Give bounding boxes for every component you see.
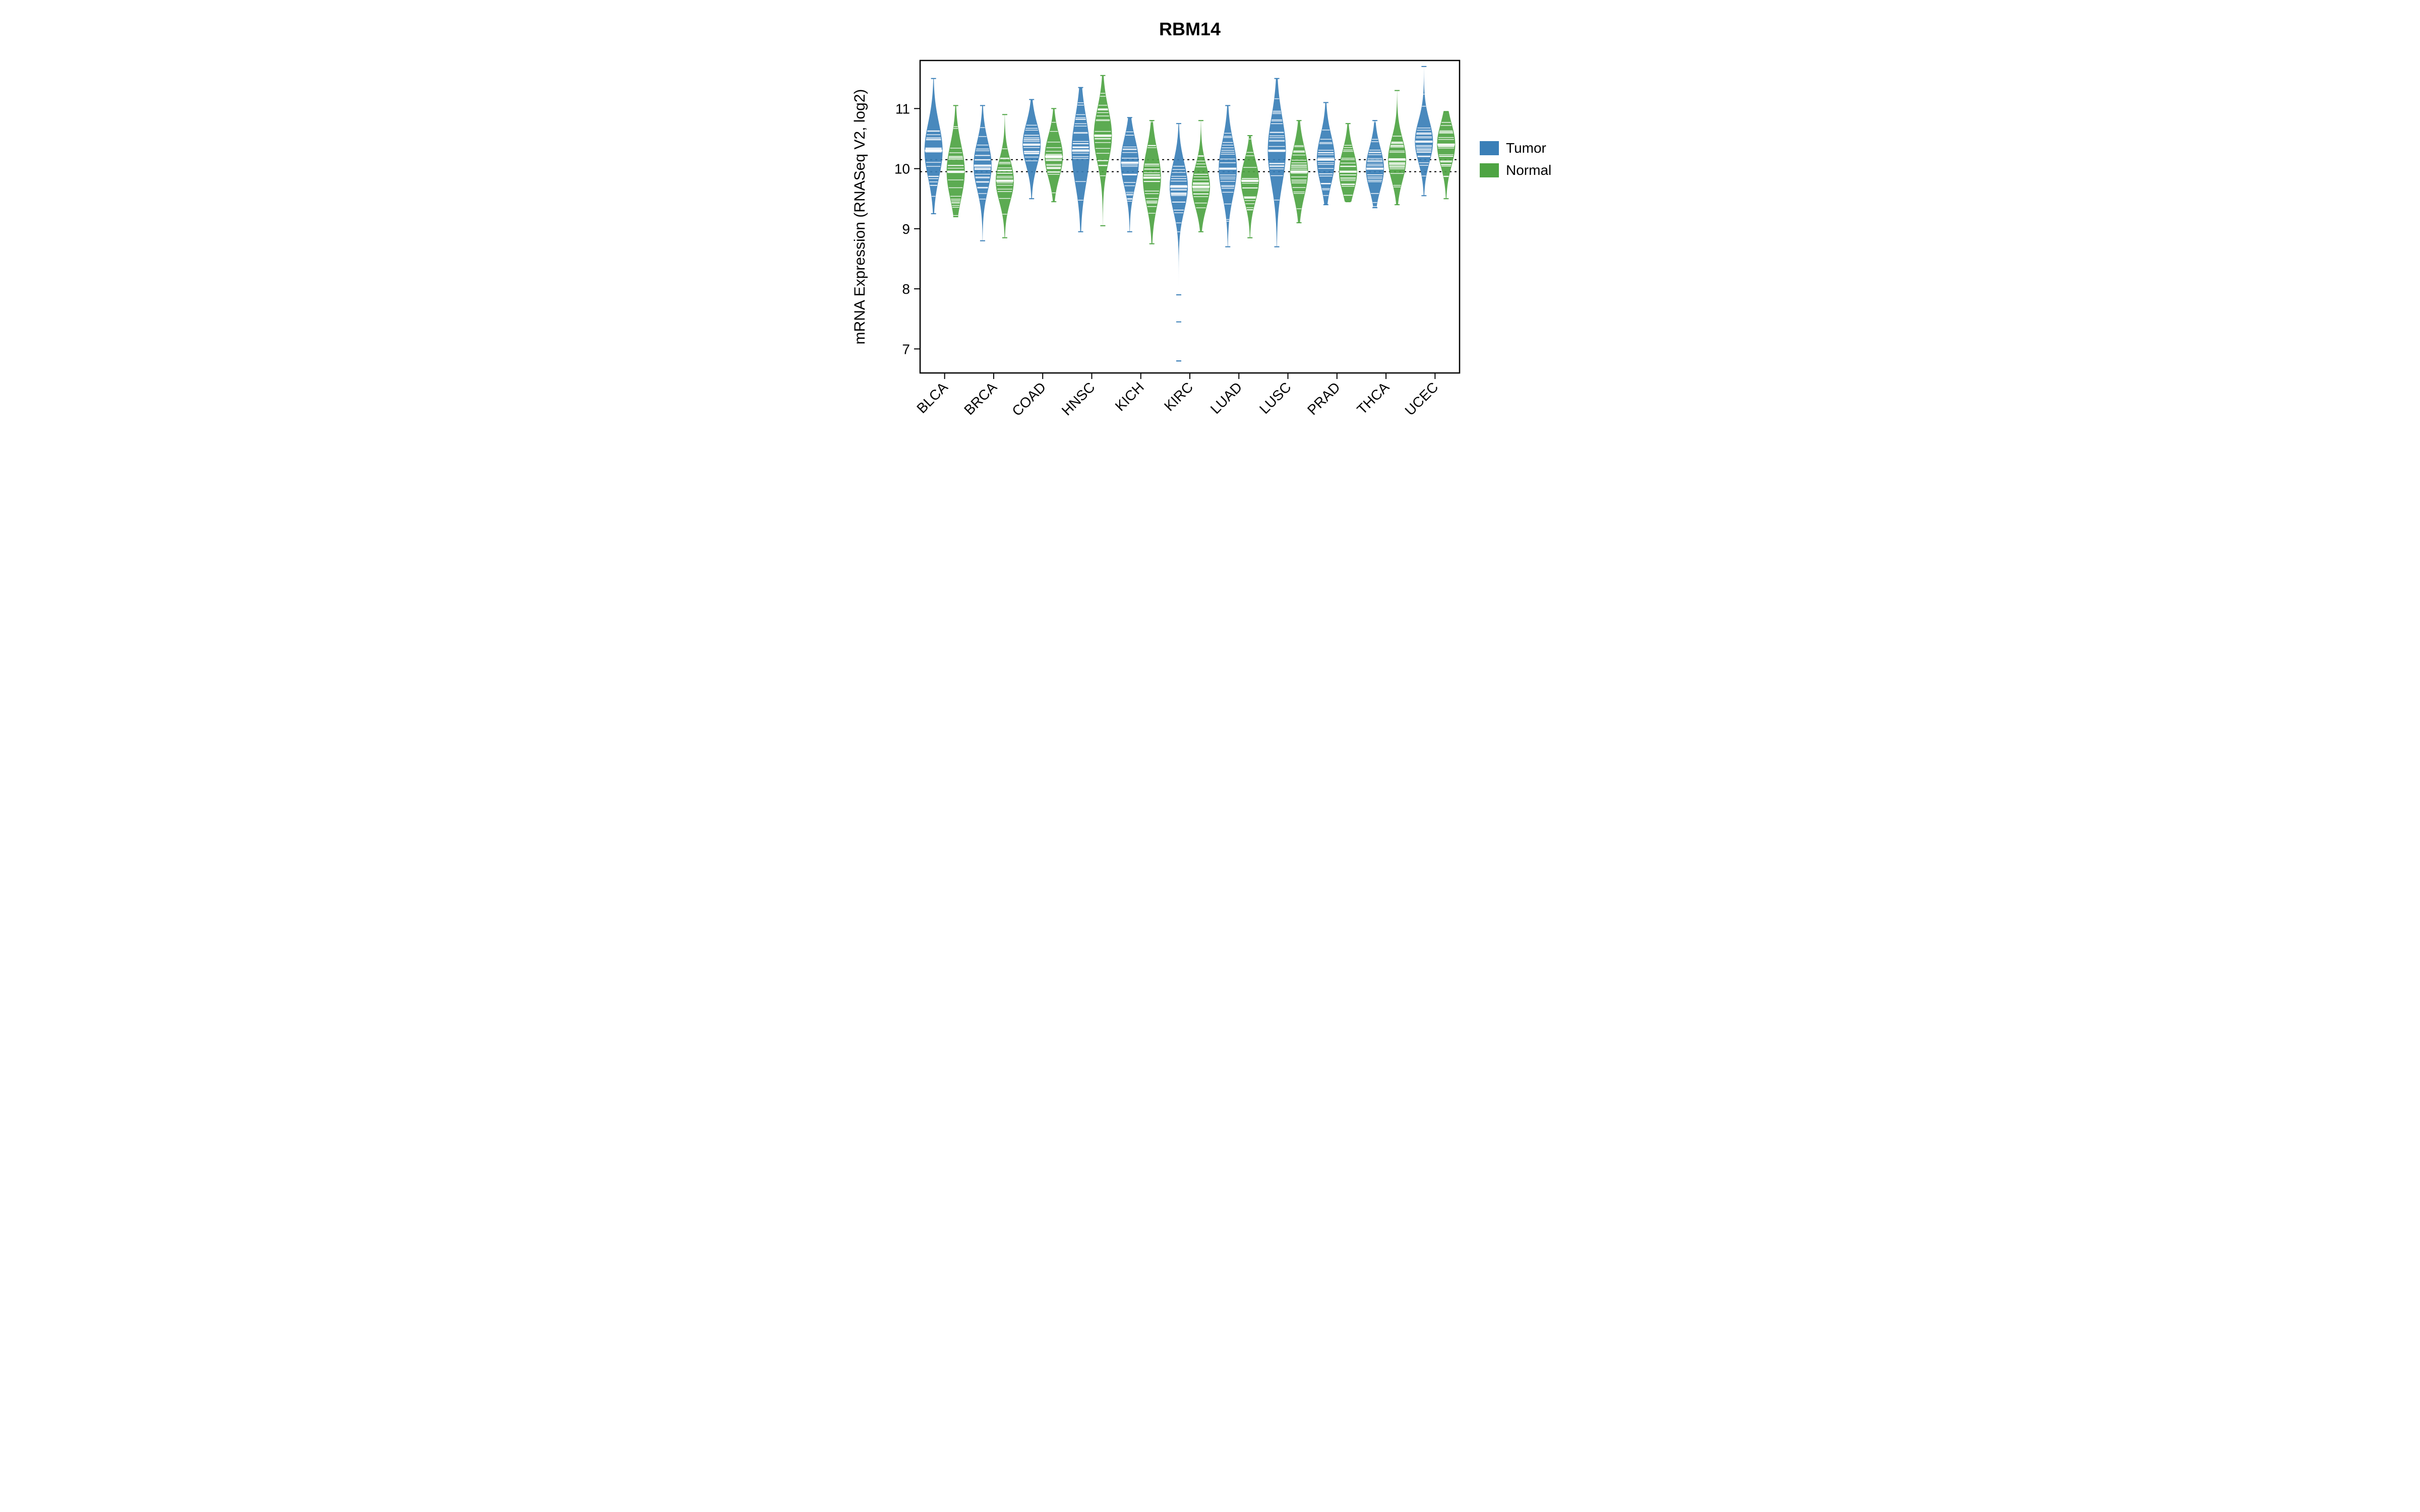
- violin: [1317, 102, 1335, 205]
- legend-label-normal: Normal: [1506, 162, 1551, 178]
- violin: [1022, 100, 1041, 199]
- legend-label-tumor: Tumor: [1506, 140, 1546, 156]
- violin: [1388, 91, 1406, 205]
- violin: [1192, 120, 1210, 232]
- chart-svg: RBM14 7 8 9 10 11 mRNA Expression (RNASeq V2, …: [832, 0, 1588, 473]
- plot-border: [920, 60, 1460, 373]
- x-tick-label: HNSC: [1059, 379, 1098, 418]
- violin: [947, 105, 965, 217]
- y-tick-label: 11: [895, 101, 910, 116]
- x-tick-label: THCA: [1354, 379, 1393, 417]
- violin: [1268, 79, 1286, 247]
- x-tick-label: BLCA: [914, 379, 951, 416]
- x-tick-label: KICH: [1112, 379, 1147, 414]
- violin: [1094, 76, 1112, 226]
- x-tick-label: LUAD: [1207, 379, 1245, 417]
- x-tick-label: UCEC: [1402, 379, 1441, 418]
- violin: [1143, 120, 1161, 243]
- y-axis-label: mRNA Expression (RNASeq V2, log2): [852, 89, 868, 345]
- x-tick-label: BRCA: [961, 379, 1000, 418]
- y-tick-label: 10: [894, 161, 910, 177]
- y-tick-label: 8: [902, 281, 910, 297]
- x-tick-label: PRAD: [1304, 379, 1343, 418]
- y-tick-label: 9: [902, 221, 910, 237]
- violin: [1437, 111, 1455, 199]
- violin: [925, 79, 943, 214]
- violin: [1071, 88, 1090, 232]
- legend-swatch-normal: [1480, 163, 1499, 177]
- chart-stage: RBM14 7 8 9 10 11 mRNA Expression (RNASeq V2, …: [832, 0, 1588, 473]
- violin: [1219, 105, 1237, 246]
- violin: [1241, 136, 1259, 238]
- x-tick-label: COAD: [1009, 379, 1049, 419]
- violin: [974, 105, 992, 240]
- violin: [1339, 123, 1357, 202]
- x-tick-label: LUSC: [1256, 379, 1294, 417]
- x-tick-label: KIRC: [1161, 379, 1196, 414]
- y-tick-label: 7: [902, 341, 910, 357]
- chart-title: RBM14: [1159, 19, 1221, 39]
- legend-swatch-tumor: [1480, 141, 1499, 155]
